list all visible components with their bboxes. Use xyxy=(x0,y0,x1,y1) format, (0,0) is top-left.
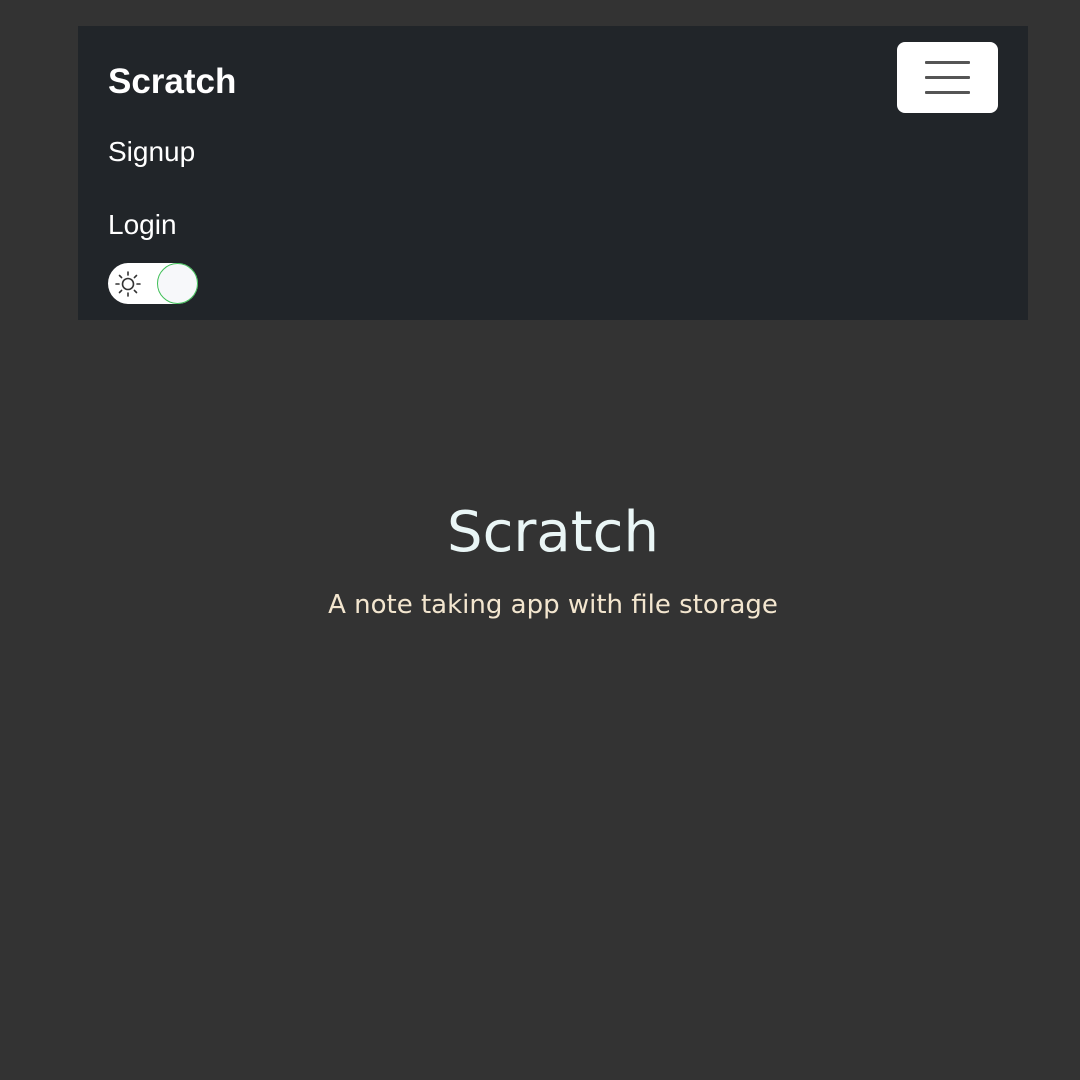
navbar-toggler-button[interactable] xyxy=(897,42,998,113)
toggle-knob xyxy=(157,263,198,304)
nav-link-login[interactable]: Login xyxy=(108,209,177,241)
theme-toggle-switch[interactable] xyxy=(108,263,198,304)
navbar: Scratch Signup Login xyxy=(78,26,1028,320)
hero-title: Scratch xyxy=(447,500,659,565)
navbar-brand[interactable]: Scratch xyxy=(108,62,236,102)
nav-link-signup[interactable]: Signup xyxy=(108,136,195,168)
hero-subtitle: A note taking app with file storage xyxy=(328,590,778,620)
sun-icon xyxy=(115,271,141,297)
